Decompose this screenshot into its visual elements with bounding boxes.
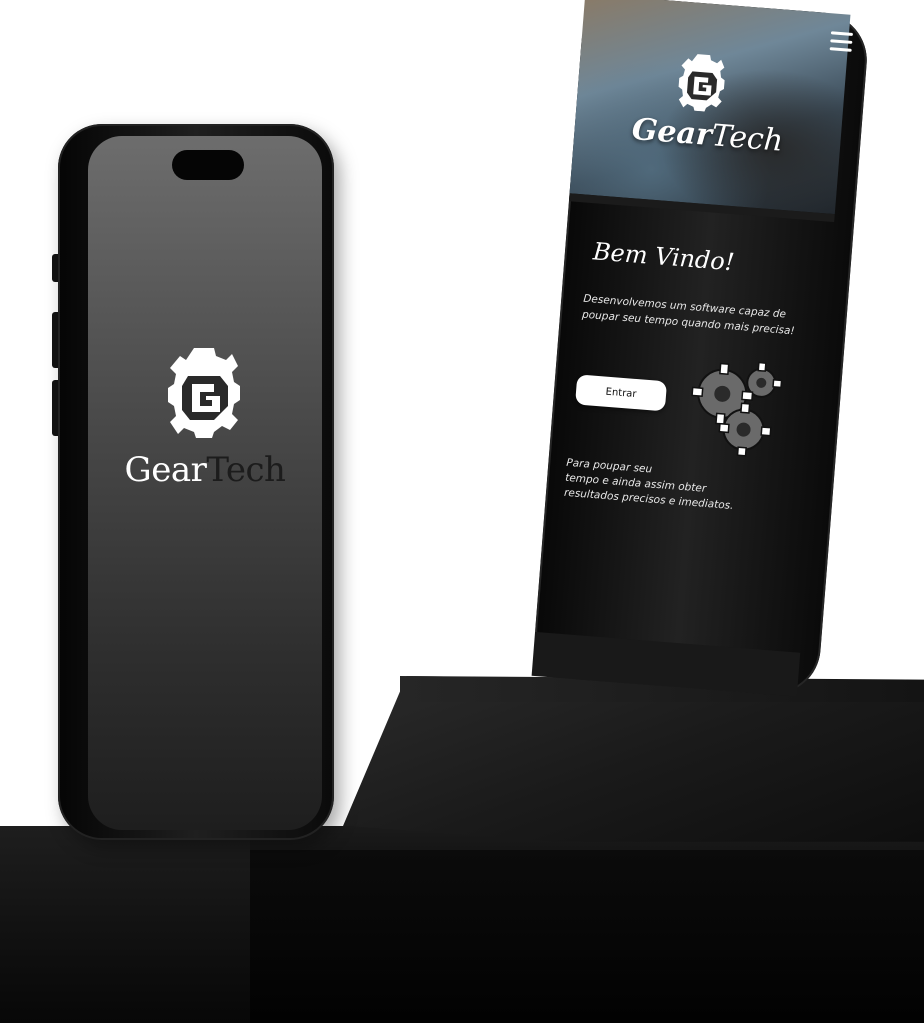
brand-word-gear: Gear <box>124 450 207 490</box>
brand-word-gear: Gear <box>630 111 714 154</box>
phone-right-device: GearTech Bem Vindo! Desenvolvemos um sof… <box>531 0 871 699</box>
landing-screen: GearTech Bem Vindo! Desenvolvemos um sof… <box>531 0 870 697</box>
pedestal-lower-left-face <box>0 826 250 1023</box>
gear-g-logo-icon <box>678 54 725 112</box>
mute-switch <box>52 254 58 282</box>
splash-brand-name: GearTech <box>88 450 322 490</box>
brand-word-tech: Tech <box>710 118 785 159</box>
brand-word-tech: Tech <box>206 450 286 490</box>
splash-screen: GearTech <box>88 136 322 830</box>
dynamic-island <box>172 150 244 180</box>
hamburger-menu-icon[interactable] <box>829 31 854 53</box>
gears-icon <box>691 361 783 457</box>
volume-up-button <box>52 312 58 368</box>
gear-g-logo-icon <box>168 348 240 438</box>
hero-banner: GearTech <box>569 0 851 215</box>
hero-brand-name: GearTech <box>574 107 842 163</box>
volume-down-button <box>52 380 58 436</box>
pedestal-shadow <box>250 850 924 1023</box>
phone-left-device: GearTech <box>52 124 334 840</box>
